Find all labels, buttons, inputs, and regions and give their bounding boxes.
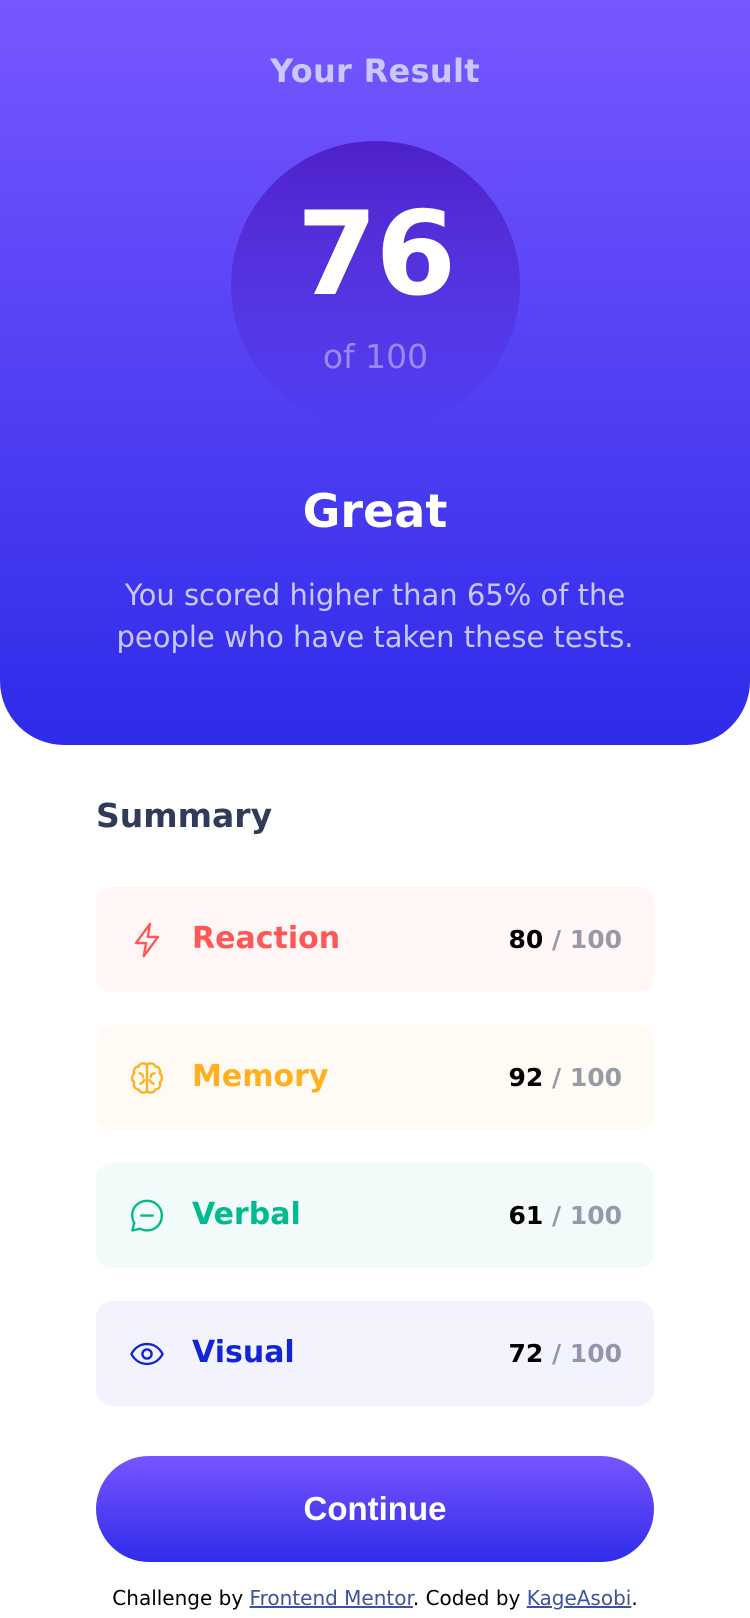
score-total: 100: [569, 1201, 622, 1230]
summary-item-label: Memory: [192, 1059, 329, 1094]
score-total: 100: [569, 1339, 622, 1368]
lightning-icon: [128, 921, 166, 959]
score-value: 76: [296, 187, 456, 322]
attribution-prefix: Challenge by: [112, 1586, 244, 1610]
continue-button[interactable]: Continue: [96, 1456, 654, 1562]
score-circle: 76 of 100: [231, 141, 520, 430]
result-description: You scored higher than 65% of the people…: [116, 578, 634, 654]
result-panel: Your Result 76 of 100 Great You scored h…: [0, 0, 750, 745]
brain-icon: [128, 1059, 166, 1097]
score-value: 92: [508, 1063, 544, 1092]
score-value: 80: [508, 925, 544, 954]
summary-item-label: Verbal: [192, 1197, 301, 1232]
rating-label: Great: [302, 484, 448, 538]
score-separator: /: [551, 1339, 562, 1368]
author-link[interactable]: KageAsobi: [527, 1586, 632, 1610]
score-total: 100: [569, 925, 622, 954]
summary-item-verbal: Verbal 61 / 100: [96, 1163, 654, 1268]
summary-item-score: 80 / 100: [508, 923, 622, 957]
score-value: 61: [508, 1201, 544, 1230]
summary-item-score: 61 / 100: [508, 1199, 622, 1233]
score-separator: /: [551, 1201, 562, 1230]
attribution-middle: . Coded by: [412, 1586, 521, 1610]
summary-item-memory: Memory 92 / 100: [96, 1025, 654, 1130]
results-page: Your Result 76 of 100 Great You scored h…: [0, 0, 750, 1618]
score-total: of 100: [322, 337, 429, 376]
eye-icon: [128, 1335, 166, 1373]
score-value: 72: [508, 1339, 544, 1368]
summary-item-label: Visual: [192, 1335, 295, 1370]
summary-item-reaction: Reaction 80 / 100: [96, 887, 654, 992]
summary-item-score: 92 / 100: [508, 1061, 622, 1095]
chat-bubble-icon: [128, 1197, 166, 1235]
score-total: 100: [569, 1063, 622, 1092]
summary-title: Summary: [96, 796, 273, 835]
score-separator: /: [551, 925, 562, 954]
result-heading: Your Result: [270, 52, 480, 90]
summary-item-label: Reaction: [192, 921, 341, 956]
summary-item-score: 72 / 100: [508, 1337, 622, 1371]
summary-item-visual: Visual 72 / 100: [96, 1301, 654, 1406]
score-separator: /: [551, 1063, 562, 1092]
attribution: Challenge by Frontend Mentor. Coded by K…: [0, 1586, 750, 1610]
frontend-mentor-link[interactable]: Frontend Mentor: [250, 1586, 413, 1610]
attribution-suffix: .: [631, 1586, 638, 1610]
